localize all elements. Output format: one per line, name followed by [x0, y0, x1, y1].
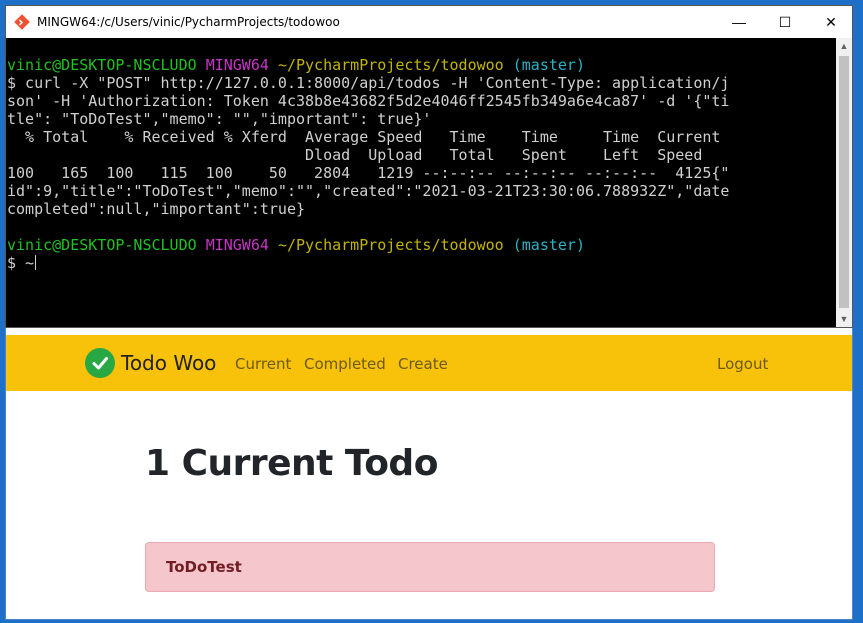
scroll-down-icon[interactable]: ▼ [836, 311, 852, 327]
window-title: MINGW64:/c/Users/vinic/PycharmProjects/t… [37, 15, 340, 29]
prompt-user: vinic@DESKTOP-NSCLUDO [7, 236, 197, 254]
close-icon: ✕ [825, 13, 837, 30]
close-button[interactable]: ✕ [808, 6, 854, 38]
prompt-path: ~/PycharmProjects/todowoo [277, 56, 504, 74]
nav-completed-link[interactable]: Completed [304, 355, 386, 373]
terminal-output[interactable]: vinic@DESKTOP-NSCLUDO MINGW64 ~/PycharmP… [6, 38, 836, 327]
todo-item[interactable]: ToDoTest [145, 542, 715, 592]
prompt-user: vinic@DESKTOP-NSCLUDO [7, 56, 197, 74]
minimize-icon: — [732, 14, 746, 30]
git-bash-icon [14, 14, 30, 30]
output-line: % Total % Received % Xferd Average Speed… [7, 128, 721, 146]
todo-title: ToDoTest [166, 558, 242, 576]
output-line: son' -H 'Authorization: Token 4c38b8e436… [7, 92, 730, 110]
scroll-up-icon[interactable]: ▲ [836, 38, 852, 54]
nav-logout-link[interactable]: Logout [717, 355, 768, 373]
prompt-line: vinic@DESKTOP-NSCLUDO MINGW64 ~/PycharmP… [7, 56, 836, 74]
output-line: $ curl -X "POST" http://127.0.0.1:8000/a… [7, 74, 730, 92]
nav-current-link[interactable]: Current [235, 355, 291, 373]
output-line: Dload Upload Total Spent Left Speed [7, 146, 703, 164]
prompt-shell: MINGW64 [205, 236, 269, 254]
prompt-branch: (master) [512, 236, 585, 254]
minimize-button[interactable]: — [716, 6, 762, 38]
navbar: Todo Woo Current Completed Create Logout [6, 335, 852, 391]
output-line: tle": "ToDoTest","memo": "","important":… [7, 110, 432, 128]
output-line: completed":null,"important":true} [7, 200, 306, 218]
maximize-icon: ☐ [778, 13, 792, 30]
terminal-window: MINGW64:/c/Users/vinic/PycharmProjects/t… [5, 5, 853, 328]
input-line[interactable]: $ ~ [7, 254, 836, 272]
nav-create-link[interactable]: Create [398, 355, 448, 373]
output-line: id":9,"title":"ToDoTest","memo":"","crea… [7, 182, 730, 200]
brand-name: Todo Woo [121, 351, 217, 375]
brand[interactable]: Todo Woo [85, 347, 216, 379]
maximize-button[interactable]: ☐ [762, 6, 808, 38]
checkmark-icon [85, 348, 115, 378]
prompt-shell: MINGW64 [205, 56, 269, 74]
page-title: 1 Current Todo [145, 443, 438, 484]
vertical-scrollbar[interactable]: ▲ ▼ [836, 38, 852, 327]
input-text: $ ~ [7, 254, 35, 272]
scroll-thumb[interactable] [839, 56, 849, 308]
prompt-branch: (master) [512, 56, 585, 74]
prompt-path: ~/PycharmProjects/todowoo [277, 236, 504, 254]
text-cursor [35, 255, 37, 270]
output-line: 100 165 100 115 100 50 2804 1219 --:--:-… [7, 164, 730, 182]
prompt-line: vinic@DESKTOP-NSCLUDO MINGW64 ~/PycharmP… [7, 236, 836, 254]
terminal-titlebar[interactable]: MINGW64:/c/Users/vinic/PycharmProjects/t… [6, 6, 852, 38]
browser-window: Todo Woo Current Completed Create Logout… [5, 320, 853, 620]
